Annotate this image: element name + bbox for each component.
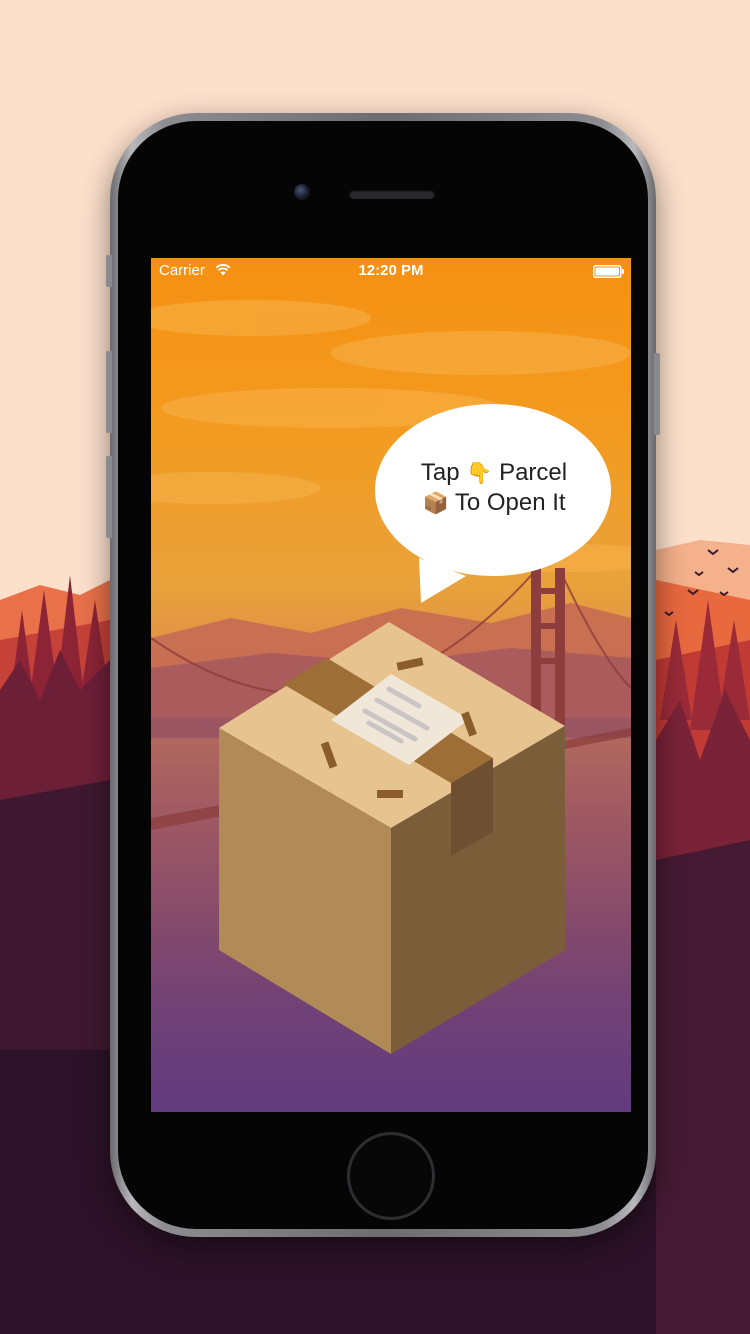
home-button[interactable] xyxy=(347,1132,435,1220)
silent-switch xyxy=(106,255,112,287)
volume-up-button xyxy=(106,351,112,433)
bubble-open-text: To Open It xyxy=(454,489,566,516)
speech-bubble-text: Tap 👇 Parcel 📦 To Open It xyxy=(389,458,599,518)
status-bar: Carrier 12:20 PM xyxy=(151,258,631,284)
phone-bezel: Carrier 12:20 PM Tap 👇 Parcel 📦 To Open … xyxy=(118,121,648,1229)
battery-icon xyxy=(593,265,624,278)
bubble-tap-word: Tap xyxy=(420,459,460,486)
background-forest xyxy=(656,840,750,1334)
power-button xyxy=(654,353,660,435)
package-icon: 📦 xyxy=(422,491,449,515)
status-time: 12:20 PM xyxy=(358,262,424,279)
parcel-scene xyxy=(151,300,631,1112)
earpiece-speaker xyxy=(349,190,435,199)
bubble-parcel-word: Parcel xyxy=(499,459,568,486)
volume-down-button xyxy=(106,456,112,538)
bubble-line-1: Tap 👇 Parcel xyxy=(389,458,599,488)
phone-frame: Carrier 12:20 PM Tap 👇 Parcel 📦 To Open … xyxy=(106,113,660,1237)
app-screen[interactable]: Carrier 12:20 PM Tap 👇 Parcel 📦 To Open … xyxy=(151,258,631,1112)
front-camera xyxy=(294,184,310,200)
bubble-line-2: 📦 To Open It xyxy=(389,488,599,518)
pointing-down-icon: 👇 xyxy=(466,461,493,485)
